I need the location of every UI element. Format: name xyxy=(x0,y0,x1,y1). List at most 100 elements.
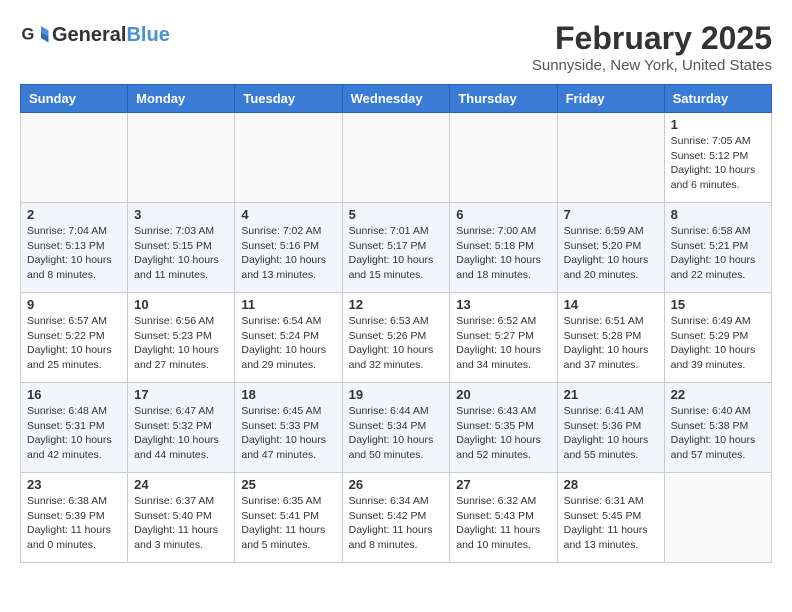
day-number: 22 xyxy=(671,387,765,402)
day-number: 15 xyxy=(671,297,765,312)
calendar-cell: 7 Sunrise: 6:59 AM Sunset: 5:20 PM Daylig… xyxy=(557,203,664,293)
logo-general: General xyxy=(52,24,126,46)
calendar-table: SundayMondayTuesdayWednesdayThursdayFrid… xyxy=(20,84,772,563)
weekday-header-friday: Friday xyxy=(557,85,664,113)
calendar-subtitle: Sunnyside, New York, United States xyxy=(532,57,772,74)
calendar-cell: 25 Sunrise: 6:35 AM Sunset: 5:41 PM Dayli… xyxy=(235,473,342,563)
day-number: 20 xyxy=(456,387,550,402)
calendar-cell: 8 Sunrise: 6:58 AM Sunset: 5:21 PM Daylig… xyxy=(664,203,771,293)
day-info: Sunrise: 6:32 AM Sunset: 5:43 PM Dayligh… xyxy=(456,494,550,553)
day-number: 12 xyxy=(349,297,444,312)
day-info: Sunrise: 6:37 AM Sunset: 5:40 PM Dayligh… xyxy=(134,494,228,553)
day-info: Sunrise: 6:44 AM Sunset: 5:34 PM Dayligh… xyxy=(349,404,444,463)
day-info: Sunrise: 7:05 AM Sunset: 5:12 PM Dayligh… xyxy=(671,134,765,193)
day-number: 8 xyxy=(671,207,765,222)
day-info: Sunrise: 6:59 AM Sunset: 5:20 PM Dayligh… xyxy=(564,224,658,283)
weekday-header-thursday: Thursday xyxy=(450,85,557,113)
day-info: Sunrise: 7:01 AM Sunset: 5:17 PM Dayligh… xyxy=(349,224,444,283)
calendar-cell xyxy=(21,113,128,203)
calendar-cell: 3 Sunrise: 7:03 AM Sunset: 5:15 PM Daylig… xyxy=(128,203,235,293)
svg-text:G: G xyxy=(22,26,35,44)
day-number: 11 xyxy=(241,297,335,312)
day-number: 18 xyxy=(241,387,335,402)
day-number: 25 xyxy=(241,477,335,492)
day-info: Sunrise: 6:40 AM Sunset: 5:38 PM Dayligh… xyxy=(671,404,765,463)
calendar-cell: 9Sunrise: 6:57 AM Sunset: 5:22 PM Daylig… xyxy=(21,293,128,383)
calendar-cell: 27 Sunrise: 6:32 AM Sunset: 5:43 PM Dayli… xyxy=(450,473,557,563)
day-number: 19 xyxy=(349,387,444,402)
day-number: 27 xyxy=(456,477,550,492)
calendar-cell xyxy=(450,113,557,203)
day-info: Sunrise: 6:53 AM Sunset: 5:26 PM Dayligh… xyxy=(349,314,444,373)
day-info: Sunrise: 6:38 AM Sunset: 5:39 PM Dayligh… xyxy=(27,494,121,553)
weekday-header-sunday: Sunday xyxy=(21,85,128,113)
weekday-header-saturday: Saturday xyxy=(664,85,771,113)
day-info: Sunrise: 6:45 AM Sunset: 5:33 PM Dayligh… xyxy=(241,404,335,463)
day-number: 10 xyxy=(134,297,228,312)
calendar-cell: 12 Sunrise: 6:53 AM Sunset: 5:26 PM Dayli… xyxy=(342,293,450,383)
logo-icon: G xyxy=(20,20,50,50)
calendar-cell: 15Sunrise: 6:49 AM Sunset: 5:29 PM Dayli… xyxy=(664,293,771,383)
day-info: Sunrise: 6:57 AM Sunset: 5:22 PM Dayligh… xyxy=(27,314,121,373)
calendar-cell: 20 Sunrise: 6:43 AM Sunset: 5:35 PM Dayli… xyxy=(450,383,557,473)
day-info: Sunrise: 7:04 AM Sunset: 5:13 PM Dayligh… xyxy=(27,224,121,283)
day-info: Sunrise: 6:34 AM Sunset: 5:42 PM Dayligh… xyxy=(349,494,444,553)
day-info: Sunrise: 6:58 AM Sunset: 5:21 PM Dayligh… xyxy=(671,224,765,283)
calendar-cell xyxy=(342,113,450,203)
day-info: Sunrise: 6:43 AM Sunset: 5:35 PM Dayligh… xyxy=(456,404,550,463)
calendar-cell: 26 Sunrise: 6:34 AM Sunset: 5:42 PM Dayli… xyxy=(342,473,450,563)
calendar-cell: 6 Sunrise: 7:00 AM Sunset: 5:18 PM Daylig… xyxy=(450,203,557,293)
calendar-cell: 13Sunrise: 6:52 AM Sunset: 5:27 PM Dayli… xyxy=(450,293,557,383)
day-info: Sunrise: 6:56 AM Sunset: 5:23 PM Dayligh… xyxy=(134,314,228,373)
calendar-cell: 10 Sunrise: 6:56 AM Sunset: 5:23 PM Dayli… xyxy=(128,293,235,383)
calendar-title: February 2025 xyxy=(532,20,772,57)
calendar-cell: 14Sunrise: 6:51 AM Sunset: 5:28 PM Dayli… xyxy=(557,293,664,383)
calendar-cell: 21Sunrise: 6:41 AM Sunset: 5:36 PM Dayli… xyxy=(557,383,664,473)
calendar-cell: 4 Sunrise: 7:02 AM Sunset: 5:16 PM Daylig… xyxy=(235,203,342,293)
calendar-cell: 22 Sunrise: 6:40 AM Sunset: 5:38 PM Dayli… xyxy=(664,383,771,473)
calendar-week-5: 23 Sunrise: 6:38 AM Sunset: 5:39 PM Dayli… xyxy=(21,473,772,563)
day-number: 16 xyxy=(27,387,121,402)
logo: G GeneralBlue xyxy=(20,20,170,50)
day-number: 7 xyxy=(564,207,658,222)
day-info: Sunrise: 6:35 AM Sunset: 5:41 PM Dayligh… xyxy=(241,494,335,553)
day-info: Sunrise: 6:47 AM Sunset: 5:32 PM Dayligh… xyxy=(134,404,228,463)
weekday-header-monday: Monday xyxy=(128,85,235,113)
day-number: 26 xyxy=(349,477,444,492)
calendar-cell: 24Sunrise: 6:37 AM Sunset: 5:40 PM Dayli… xyxy=(128,473,235,563)
title-block: February 2025 Sunnyside, New York, Unite… xyxy=(532,20,772,74)
calendar-week-4: 16 Sunrise: 6:48 AM Sunset: 5:31 PM Dayli… xyxy=(21,383,772,473)
calendar-cell xyxy=(557,113,664,203)
day-number: 2 xyxy=(27,207,121,222)
day-info: Sunrise: 7:03 AM Sunset: 5:15 PM Dayligh… xyxy=(134,224,228,283)
day-number: 23 xyxy=(27,477,121,492)
calendar-cell: 19 Sunrise: 6:44 AM Sunset: 5:34 PM Dayli… xyxy=(342,383,450,473)
calendar-week-2: 2 Sunrise: 7:04 AM Sunset: 5:13 PM Daylig… xyxy=(21,203,772,293)
day-number: 3 xyxy=(134,207,228,222)
day-info: Sunrise: 6:41 AM Sunset: 5:36 PM Dayligh… xyxy=(564,404,658,463)
calendar-cell xyxy=(664,473,771,563)
day-info: Sunrise: 7:00 AM Sunset: 5:18 PM Dayligh… xyxy=(456,224,550,283)
calendar-week-3: 9Sunrise: 6:57 AM Sunset: 5:22 PM Daylig… xyxy=(21,293,772,383)
calendar-cell: 28 Sunrise: 6:31 AM Sunset: 5:45 PM Dayli… xyxy=(557,473,664,563)
calendar-cell: 17 Sunrise: 6:47 AM Sunset: 5:32 PM Dayli… xyxy=(128,383,235,473)
calendar-cell: 2 Sunrise: 7:04 AM Sunset: 5:13 PM Daylig… xyxy=(21,203,128,293)
day-number: 6 xyxy=(456,207,550,222)
day-number: 4 xyxy=(241,207,335,222)
calendar-cell: 5Sunrise: 7:01 AM Sunset: 5:17 PM Daylig… xyxy=(342,203,450,293)
day-info: Sunrise: 6:31 AM Sunset: 5:45 PM Dayligh… xyxy=(564,494,658,553)
logo-blue: Blue xyxy=(126,24,169,46)
page-header: G GeneralBlue February 2025 Sunnyside, N… xyxy=(20,20,772,74)
day-number: 28 xyxy=(564,477,658,492)
calendar-week-1: 1Sunrise: 7:05 AM Sunset: 5:12 PM Daylig… xyxy=(21,113,772,203)
logo-text: GeneralBlue xyxy=(52,24,170,47)
day-info: Sunrise: 6:54 AM Sunset: 5:24 PM Dayligh… xyxy=(241,314,335,373)
calendar-cell xyxy=(235,113,342,203)
calendar-cell: 18 Sunrise: 6:45 AM Sunset: 5:33 PM Dayli… xyxy=(235,383,342,473)
calendar-cell: 11 Sunrise: 6:54 AM Sunset: 5:24 PM Dayli… xyxy=(235,293,342,383)
calendar-cell: 16 Sunrise: 6:48 AM Sunset: 5:31 PM Dayli… xyxy=(21,383,128,473)
day-info: Sunrise: 7:02 AM Sunset: 5:16 PM Dayligh… xyxy=(241,224,335,283)
day-number: 17 xyxy=(134,387,228,402)
day-info: Sunrise: 6:51 AM Sunset: 5:28 PM Dayligh… xyxy=(564,314,658,373)
day-info: Sunrise: 6:48 AM Sunset: 5:31 PM Dayligh… xyxy=(27,404,121,463)
